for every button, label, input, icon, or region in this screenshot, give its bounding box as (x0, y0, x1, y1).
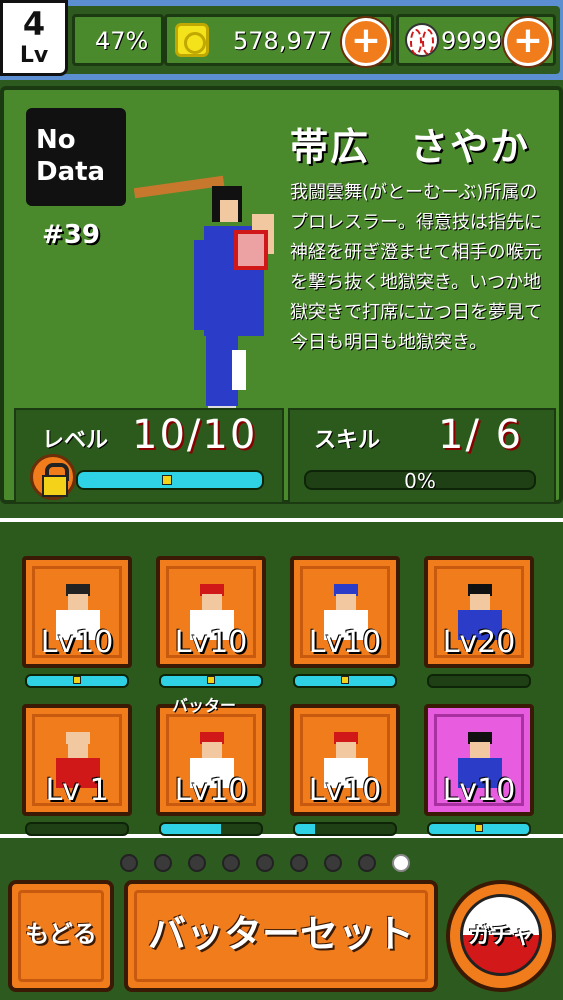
lock-icon (30, 454, 76, 500)
small-lock-icon (207, 676, 215, 684)
top-bar: 4 Lv 47% 578,977 + 9999 + (0, 0, 563, 80)
add-balls-button[interactable]: + (504, 18, 552, 66)
character-name: 帯広 さやか (290, 125, 531, 169)
batter-card[interactable]: Lv10 (22, 556, 132, 668)
skill-value: 1/ 6 (438, 412, 524, 458)
add-coins-button[interactable]: + (342, 18, 390, 66)
batter-card[interactable]: Lv10 (290, 704, 400, 816)
batter-card[interactable]: Lv10 (156, 704, 266, 816)
card-progress-bar (293, 674, 397, 688)
card-level: Lv10 (40, 625, 114, 660)
player-level-number: 4 (22, 5, 46, 43)
card-progress-fill (161, 824, 221, 834)
small-lock-icon (73, 676, 81, 684)
card-level: Lv10 (308, 773, 382, 808)
page-dot[interactable] (154, 854, 172, 872)
card-level: Lv10 (308, 625, 382, 660)
character-number: #39 (42, 220, 100, 250)
card-level: Lv20 (442, 625, 516, 660)
skill-label: スキル (314, 428, 381, 453)
skill-box: スキル 1/ 6 0% (288, 408, 556, 504)
character-description: 我闘雲舞(がとーむーぶ)所属のプロレスラー。得意技は指先に神経を研ぎ澄ませて相手… (290, 182, 542, 353)
coin-count: 578,977 (233, 27, 333, 55)
player-level-badge: 4 Lv (0, 0, 68, 76)
batter-card[interactable]: Lv10 (156, 556, 266, 668)
small-lock-icon (341, 676, 349, 684)
gacha-button[interactable]: ガチャ (446, 880, 556, 992)
batter-card[interactable]: Lv 1 (22, 704, 132, 816)
batter-set-button[interactable]: バッターセット (124, 880, 438, 992)
no-data-card: No Data (26, 108, 126, 206)
card-progress-bar (25, 822, 129, 836)
page-dot[interactable] (256, 854, 274, 872)
level-value: 10/10 (132, 412, 258, 458)
skill-progress-percent: 0% (404, 470, 436, 490)
no-data-line1: No (36, 125, 76, 155)
page-dot[interactable] (188, 854, 206, 872)
page-dot[interactable] (120, 854, 138, 872)
character-profile-panel: No Data #39 帯広 さやか 我闘雲舞(がとーむーぶ)所属のプロレスラー… (0, 86, 563, 504)
page-dot[interactable] (392, 854, 410, 872)
level-box: レベル 10/10 (14, 408, 284, 504)
card-level: Lv 1 (45, 773, 109, 808)
card-progress-bar (159, 674, 263, 688)
small-lock-icon (475, 824, 483, 832)
page-dot[interactable] (324, 854, 342, 872)
batter-set-tag: バッター (172, 696, 237, 715)
player-level-label: Lv (19, 43, 49, 68)
skill-progress-bar: 0% (304, 470, 536, 490)
card-level: Lv10 (442, 773, 516, 808)
batter-card-grid: Lv10 Lv10 Lv10 Lv20 Lv 1 Lv10 バッター Lv10 Lv10 (0, 518, 563, 838)
no-data-line2: Data (36, 157, 106, 187)
batter-card[interactable]: Lv10 (424, 704, 534, 816)
small-lock-icon (162, 475, 172, 485)
batter-card[interactable]: Lv20 (424, 556, 534, 668)
page-dot[interactable] (290, 854, 308, 872)
level-label: レベル (42, 428, 109, 453)
card-progress-bar (293, 822, 397, 836)
ball-count: 9999 (441, 27, 503, 55)
card-progress-fill (295, 824, 315, 834)
card-level: Lv10 (174, 773, 248, 808)
coin-icon (175, 23, 209, 57)
exp-progress-text: 47% (95, 27, 149, 55)
batter-card[interactable]: Lv10 (290, 556, 400, 668)
card-level: Lv10 (174, 625, 248, 660)
back-button-frame (18, 890, 104, 982)
page-dot[interactable] (358, 854, 376, 872)
baseball-icon (405, 23, 439, 57)
batter-set-button-frame (134, 890, 428, 982)
card-progress-bar (427, 822, 531, 836)
card-progress-bar (427, 674, 531, 688)
page-dot[interactable] (222, 854, 240, 872)
gacha-button-label: ガチャ (468, 924, 534, 949)
back-button[interactable]: もどる (8, 880, 114, 992)
exp-progress-panel: 47% (72, 14, 164, 66)
page-indicator (120, 854, 420, 874)
card-progress-bar (25, 674, 129, 688)
card-progress-bar (159, 822, 263, 836)
level-progress-bar (76, 470, 264, 490)
